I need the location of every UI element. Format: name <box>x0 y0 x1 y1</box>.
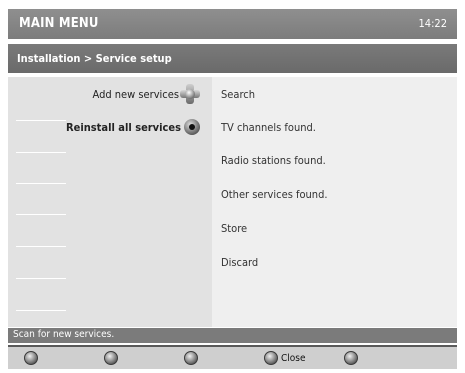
option-label: Reinstall all services <box>66 120 181 134</box>
dpad-icon <box>180 84 200 104</box>
key-button-3[interactable] <box>184 351 201 365</box>
breadcrumb: Installation > Service setup <box>8 44 457 73</box>
color-key-bar: Close <box>8 345 457 369</box>
key-button-5[interactable] <box>344 351 361 365</box>
key-circle-icon <box>344 351 358 365</box>
close-button[interactable]: Close <box>264 351 306 365</box>
key-circle-icon <box>24 351 38 365</box>
key-circle-icon <box>184 351 198 365</box>
stripe-divider <box>16 120 66 121</box>
stripe-divider <box>16 152 66 153</box>
tv-channels-found-text: TV channels found. <box>221 121 316 134</box>
key-circle-icon <box>264 351 278 365</box>
radio-icon <box>184 119 200 135</box>
breadcrumb-text: Installation > Service setup <box>17 52 172 65</box>
status-bar: Scan for new services. <box>8 328 457 343</box>
tv-menu-screen: MAIN MENU 14:22 Installation > Service s… <box>0 0 465 373</box>
radio-stations-found-text: Radio stations found. <box>221 154 326 167</box>
options-panel: Add new services Reinstall all services <box>8 77 212 327</box>
status-text: Scan for new services. <box>13 329 115 340</box>
panel-stripes <box>8 77 66 327</box>
option-reinstall-all-services[interactable]: Reinstall all services <box>66 117 200 137</box>
stripe-divider <box>16 214 66 215</box>
title-bar: MAIN MENU 14:22 <box>8 9 457 39</box>
other-services-found-text: Other services found. <box>221 188 328 201</box>
menu-item-discard[interactable]: Discard <box>221 256 258 269</box>
key-button-2[interactable] <box>104 351 121 365</box>
results-panel: Search TV channels found. Radio stations… <box>212 77 457 327</box>
clock: 14:22 <box>418 17 447 30</box>
option-add-new-services[interactable]: Add new services <box>92 84 200 104</box>
stripe-divider <box>16 183 66 184</box>
key-button-1[interactable] <box>24 351 41 365</box>
stripe-divider <box>16 246 66 247</box>
menu-title: MAIN MENU <box>19 16 99 31</box>
close-label: Close <box>281 352 306 364</box>
key-circle-icon <box>104 351 118 365</box>
stripe-divider <box>16 278 66 279</box>
stripe-divider <box>16 310 66 311</box>
option-label: Add new services <box>92 87 180 101</box>
menu-item-store[interactable]: Store <box>221 222 247 235</box>
menu-item-search[interactable]: Search <box>221 88 255 101</box>
